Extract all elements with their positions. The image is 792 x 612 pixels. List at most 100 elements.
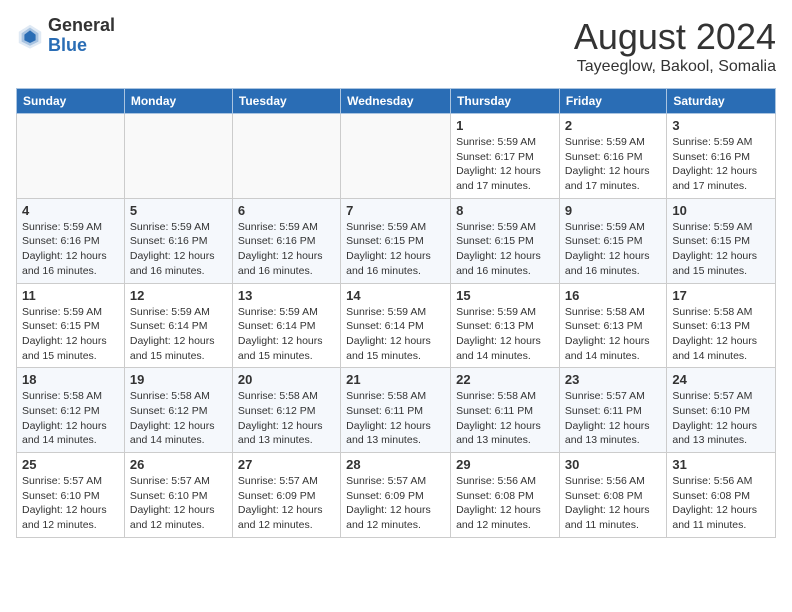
calendar-cell: 8Sunrise: 5:59 AM Sunset: 6:15 PM Daylig… bbox=[451, 198, 560, 283]
day-info: Sunrise: 5:59 AM Sunset: 6:15 PM Dayligh… bbox=[565, 220, 661, 279]
day-info: Sunrise: 5:59 AM Sunset: 6:16 PM Dayligh… bbox=[130, 220, 227, 279]
calendar-cell: 13Sunrise: 5:59 AM Sunset: 6:14 PM Dayli… bbox=[232, 283, 340, 368]
weekday-header-sunday: Sunday bbox=[17, 89, 125, 114]
calendar-cell: 9Sunrise: 5:59 AM Sunset: 6:15 PM Daylig… bbox=[559, 198, 666, 283]
calendar-cell: 30 Sunrise: 5:56 AM Sunset: 6:08 PM Dayli… bbox=[559, 453, 666, 538]
day-info: Sunrise: 5:59 AM Sunset: 6:14 PM Dayligh… bbox=[130, 305, 227, 364]
day-number: 14 bbox=[346, 288, 445, 303]
day-number: 8 bbox=[456, 203, 554, 218]
calendar-cell: 28 Sunrise: 5:57 AM Sunset: 6:09 PM Dayli… bbox=[341, 453, 451, 538]
day-number: 5 bbox=[130, 203, 227, 218]
day-info: Sunrise: 5:59 AM Sunset: 6:16 PM Dayligh… bbox=[565, 135, 661, 194]
calendar-cell: 11Sunrise: 5:59 AM Sunset: 6:15 PM Dayli… bbox=[17, 283, 125, 368]
calendar-table: SundayMondayTuesdayWednesdayThursdayFrid… bbox=[16, 88, 776, 538]
page-header: General Blue August 2024 Tayeeglow, Bako… bbox=[16, 16, 776, 76]
day-number: 20 bbox=[238, 372, 335, 387]
logo: General Blue bbox=[16, 16, 115, 56]
day-number: 1 bbox=[456, 118, 554, 133]
title-block: August 2024 Tayeeglow, Bakool, Somalia bbox=[574, 16, 776, 76]
location-title: Tayeeglow, Bakool, Somalia bbox=[574, 58, 776, 76]
week-row-4: 18 Sunrise: 5:58 AM Sunset: 6:12 PM Dayli… bbox=[17, 368, 776, 453]
weekday-header-wednesday: Wednesday bbox=[341, 89, 451, 114]
week-row-1: 1 Sunrise: 5:59 AM Sunset: 6:17 PM Daylig… bbox=[17, 114, 776, 199]
day-number: 2 bbox=[565, 118, 661, 133]
weekday-header-thursday: Thursday bbox=[451, 89, 560, 114]
calendar-cell bbox=[17, 114, 125, 199]
logo-icon bbox=[16, 22, 44, 50]
day-number: 18 bbox=[22, 372, 119, 387]
day-info: Sunrise: 5:57 AM Sunset: 6:09 PM Dayligh… bbox=[238, 474, 335, 533]
calendar-cell: 5 Sunrise: 5:59 AM Sunset: 6:16 PM Daylig… bbox=[124, 198, 232, 283]
day-number: 19 bbox=[130, 372, 227, 387]
day-number: 25 bbox=[22, 457, 119, 472]
day-info: Sunrise: 5:59 AM Sunset: 6:14 PM Dayligh… bbox=[346, 305, 445, 364]
month-title: August 2024 bbox=[574, 16, 776, 58]
calendar-cell: 25 Sunrise: 5:57 AM Sunset: 6:10 PM Dayli… bbox=[17, 453, 125, 538]
calendar-cell: 19 Sunrise: 5:58 AM Sunset: 6:12 PM Dayli… bbox=[124, 368, 232, 453]
day-info: Sunrise: 5:57 AM Sunset: 6:11 PM Dayligh… bbox=[565, 389, 661, 448]
day-number: 30 bbox=[565, 457, 661, 472]
day-info: Sunrise: 5:59 AM Sunset: 6:15 PM Dayligh… bbox=[672, 220, 770, 279]
calendar-cell: 6 Sunrise: 5:59 AM Sunset: 6:16 PM Daylig… bbox=[232, 198, 340, 283]
day-number: 29 bbox=[456, 457, 554, 472]
weekday-header-monday: Monday bbox=[124, 89, 232, 114]
calendar-cell: 2 Sunrise: 5:59 AM Sunset: 6:16 PM Daylig… bbox=[559, 114, 666, 199]
day-number: 27 bbox=[238, 457, 335, 472]
calendar-cell: 22Sunrise: 5:58 AM Sunset: 6:11 PM Dayli… bbox=[451, 368, 560, 453]
day-number: 22 bbox=[456, 372, 554, 387]
day-info: Sunrise: 5:57 AM Sunset: 6:10 PM Dayligh… bbox=[672, 389, 770, 448]
calendar-cell bbox=[232, 114, 340, 199]
day-info: Sunrise: 5:56 AM Sunset: 6:08 PM Dayligh… bbox=[565, 474, 661, 533]
day-number: 21 bbox=[346, 372, 445, 387]
day-number: 28 bbox=[346, 457, 445, 472]
week-row-5: 25 Sunrise: 5:57 AM Sunset: 6:10 PM Dayli… bbox=[17, 453, 776, 538]
day-info: Sunrise: 5:57 AM Sunset: 6:09 PM Dayligh… bbox=[346, 474, 445, 533]
day-info: Sunrise: 5:58 AM Sunset: 6:12 PM Dayligh… bbox=[130, 389, 227, 448]
calendar-cell: 20 Sunrise: 5:58 AM Sunset: 6:12 PM Dayli… bbox=[232, 368, 340, 453]
week-row-3: 11Sunrise: 5:59 AM Sunset: 6:15 PM Dayli… bbox=[17, 283, 776, 368]
day-info: Sunrise: 5:58 AM Sunset: 6:11 PM Dayligh… bbox=[346, 389, 445, 448]
day-number: 12 bbox=[130, 288, 227, 303]
logo-text: General Blue bbox=[48, 16, 115, 56]
weekday-header-row: SundayMondayTuesdayWednesdayThursdayFrid… bbox=[17, 89, 776, 114]
day-info: Sunrise: 5:58 AM Sunset: 6:12 PM Dayligh… bbox=[22, 389, 119, 448]
calendar-cell: 17Sunrise: 5:58 AM Sunset: 6:13 PM Dayli… bbox=[667, 283, 776, 368]
day-number: 7 bbox=[346, 203, 445, 218]
day-info: Sunrise: 5:58 AM Sunset: 6:12 PM Dayligh… bbox=[238, 389, 335, 448]
calendar-cell: 3Sunrise: 5:59 AM Sunset: 6:16 PM Daylig… bbox=[667, 114, 776, 199]
calendar-cell: 1 Sunrise: 5:59 AM Sunset: 6:17 PM Daylig… bbox=[451, 114, 560, 199]
weekday-header-friday: Friday bbox=[559, 89, 666, 114]
day-info: Sunrise: 5:59 AM Sunset: 6:16 PM Dayligh… bbox=[238, 220, 335, 279]
day-number: 31 bbox=[672, 457, 770, 472]
day-info: Sunrise: 5:56 AM Sunset: 6:08 PM Dayligh… bbox=[456, 474, 554, 533]
day-number: 4 bbox=[22, 203, 119, 218]
day-info: Sunrise: 5:57 AM Sunset: 6:10 PM Dayligh… bbox=[22, 474, 119, 533]
day-info: Sunrise: 5:59 AM Sunset: 6:16 PM Dayligh… bbox=[672, 135, 770, 194]
day-info: Sunrise: 5:59 AM Sunset: 6:16 PM Dayligh… bbox=[22, 220, 119, 279]
calendar-cell: 18 Sunrise: 5:58 AM Sunset: 6:12 PM Dayli… bbox=[17, 368, 125, 453]
calendar-cell: 29 Sunrise: 5:56 AM Sunset: 6:08 PM Dayli… bbox=[451, 453, 560, 538]
day-info: Sunrise: 5:59 AM Sunset: 6:15 PM Dayligh… bbox=[346, 220, 445, 279]
day-info: Sunrise: 5:59 AM Sunset: 6:13 PM Dayligh… bbox=[456, 305, 554, 364]
calendar-cell: 12 Sunrise: 5:59 AM Sunset: 6:14 PM Dayli… bbox=[124, 283, 232, 368]
calendar-cell: 10 Sunrise: 5:59 AM Sunset: 6:15 PM Dayli… bbox=[667, 198, 776, 283]
day-number: 6 bbox=[238, 203, 335, 218]
day-number: 13 bbox=[238, 288, 335, 303]
day-info: Sunrise: 5:58 AM Sunset: 6:13 PM Dayligh… bbox=[672, 305, 770, 364]
day-number: 23 bbox=[565, 372, 661, 387]
calendar-cell: 27 Sunrise: 5:57 AM Sunset: 6:09 PM Dayli… bbox=[232, 453, 340, 538]
day-info: Sunrise: 5:59 AM Sunset: 6:17 PM Dayligh… bbox=[456, 135, 554, 194]
day-info: Sunrise: 5:58 AM Sunset: 6:13 PM Dayligh… bbox=[565, 305, 661, 364]
calendar-cell: 7 Sunrise: 5:59 AM Sunset: 6:15 PM Daylig… bbox=[341, 198, 451, 283]
calendar-cell: 23 Sunrise: 5:57 AM Sunset: 6:11 PM Dayli… bbox=[559, 368, 666, 453]
day-number: 24 bbox=[672, 372, 770, 387]
day-number: 10 bbox=[672, 203, 770, 218]
day-number: 15 bbox=[456, 288, 554, 303]
day-info: Sunrise: 5:56 AM Sunset: 6:08 PM Dayligh… bbox=[672, 474, 770, 533]
weekday-header-tuesday: Tuesday bbox=[232, 89, 340, 114]
calendar-cell bbox=[124, 114, 232, 199]
day-number: 16 bbox=[565, 288, 661, 303]
weekday-header-saturday: Saturday bbox=[667, 89, 776, 114]
calendar-cell: 26Sunrise: 5:57 AM Sunset: 6:10 PM Dayli… bbox=[124, 453, 232, 538]
calendar-cell bbox=[341, 114, 451, 199]
